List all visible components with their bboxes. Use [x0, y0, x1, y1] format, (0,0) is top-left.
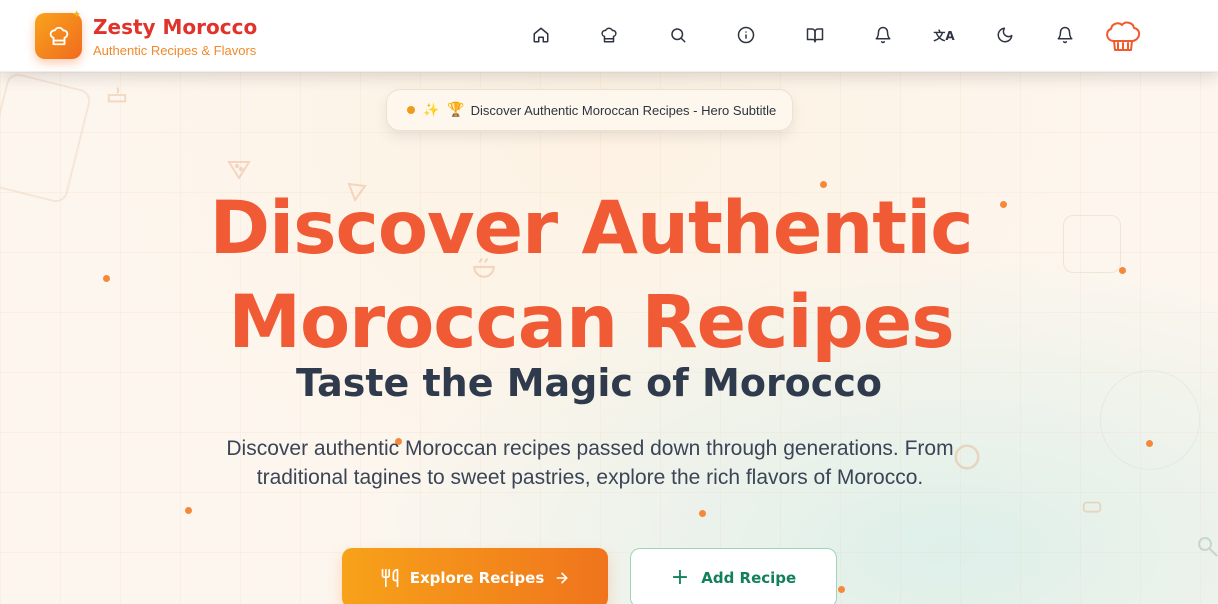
- chef-hat-avatar-icon: [1106, 21, 1141, 51]
- add-recipe-button[interactable]: + Add Recipe: [630, 548, 837, 604]
- nav-language[interactable]: 文A: [933, 24, 955, 46]
- top-navbar: ✦ Zesty Morocco Authentic Recipes & Flav…: [0, 0, 1218, 72]
- pizza-icon: [227, 161, 251, 180]
- brand-title[interactable]: Zesty Morocco: [93, 15, 257, 39]
- cake-icon: [107, 87, 127, 103]
- plus-icon: +: [670, 565, 690, 590]
- hero-subtitle: Taste the Magic of Morocco: [296, 361, 882, 405]
- particle-dot: [699, 510, 706, 517]
- arrow-right-icon: [556, 572, 568, 584]
- chef-hat-icon: [601, 27, 617, 43]
- nav-home[interactable]: [530, 24, 552, 46]
- user-avatar[interactable]: [1103, 18, 1143, 54]
- badge-status-dot: [407, 106, 415, 114]
- nav-notifications[interactable]: [872, 24, 894, 46]
- hero-description: Discover authentic Moroccan recipes pass…: [226, 437, 954, 489]
- trophy-icon: 🏆: [447, 102, 465, 118]
- particle-dot: [838, 586, 845, 593]
- hero-title-line-2: Moroccan Recipes: [228, 280, 954, 365]
- hero-title: Discover Authentic Moroccan Recipes: [0, 182, 1182, 370]
- explore-recipes-label: Explore Recipes: [409, 569, 545, 587]
- brand-subtitle: Authentic Recipes & Flavors: [93, 43, 257, 58]
- sparkles-icon: ✨: [423, 102, 440, 118]
- nav-guides[interactable]: [804, 24, 826, 46]
- nav-alerts[interactable]: [1054, 24, 1076, 46]
- book-open-icon: [806, 28, 824, 43]
- particle-dot: [1146, 440, 1153, 447]
- nav-search[interactable]: [667, 24, 689, 46]
- hero-badge: ✨ 🏆 Discover Authentic Moroccan Recipes …: [386, 89, 793, 131]
- nav-about[interactable]: [735, 24, 757, 46]
- hero-title-line-1: Discover Authentic: [209, 186, 973, 271]
- notification-bell-icon: [1057, 26, 1073, 44]
- chef-hat-icon: [49, 26, 68, 46]
- info-icon: [737, 26, 755, 44]
- bell-icon: [875, 26, 891, 44]
- add-recipe-label: Add Recipe: [701, 569, 797, 587]
- utensils-icon: [381, 568, 399, 588]
- nav-theme-toggle[interactable]: [994, 24, 1016, 46]
- sparkle-icon: ✦: [72, 8, 82, 21]
- translate-icon: 文A: [933, 28, 955, 43]
- search-icon: [671, 28, 686, 43]
- explore-recipes-button[interactable]: Explore Recipes: [342, 548, 608, 604]
- nav-recipes[interactable]: [598, 24, 620, 46]
- particle-dot: [185, 507, 192, 514]
- spoon-icon: [1198, 537, 1218, 557]
- moon-icon: [997, 27, 1013, 43]
- home-icon: [533, 27, 549, 43]
- bread-icon: [1082, 501, 1102, 513]
- hero-section: ✨ 🏆 Discover Authentic Moroccan Recipes …: [0, 72, 1218, 604]
- badge-text: Discover Authentic Moroccan Recipes - He…: [470, 102, 777, 118]
